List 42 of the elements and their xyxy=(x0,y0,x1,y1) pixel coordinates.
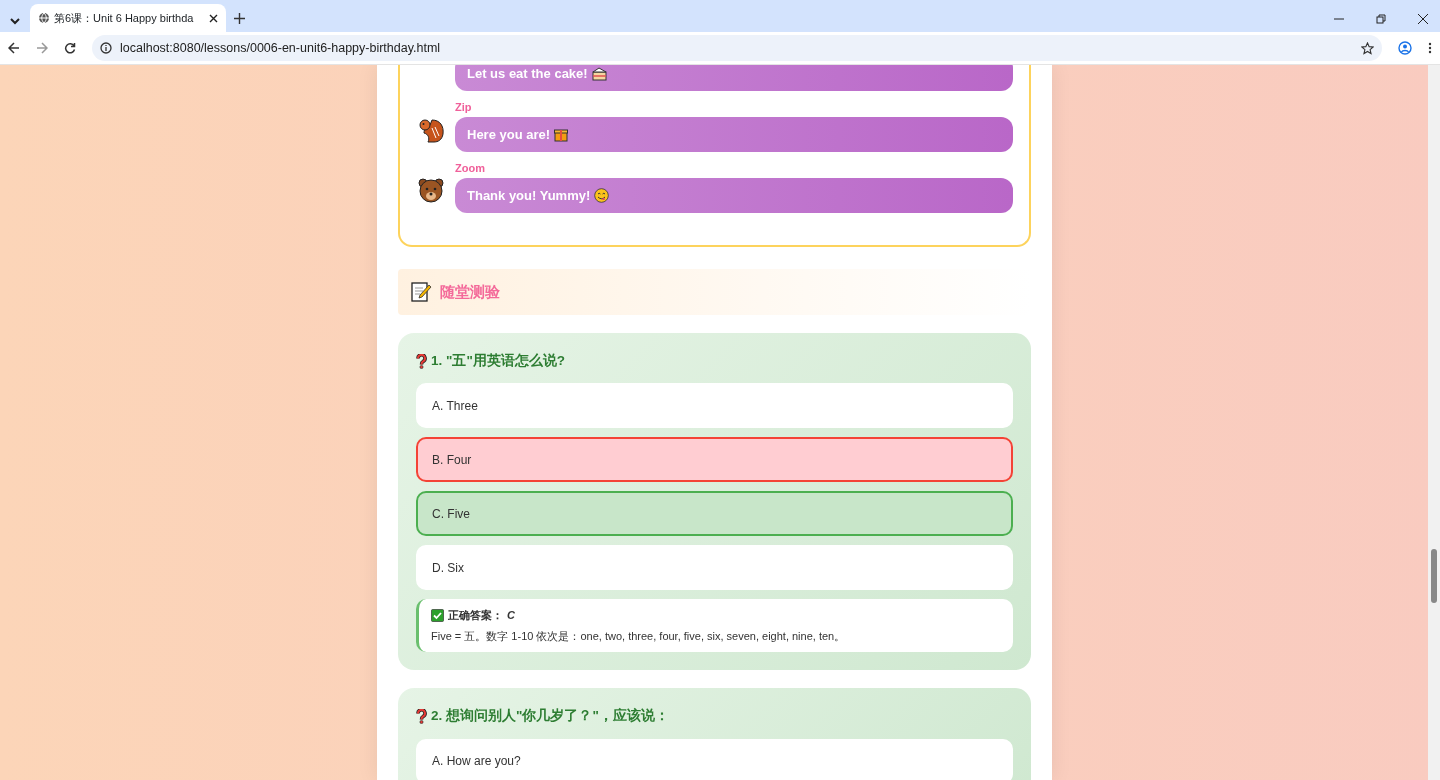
back-icon[interactable] xyxy=(8,42,20,54)
answer-label: 正确答案： xyxy=(448,608,503,624)
close-icon[interactable] xyxy=(1418,14,1428,24)
message-text: Thank you! Yummy! xyxy=(467,186,591,205)
answer-option[interactable]: B. Four xyxy=(416,437,1013,483)
reload-icon[interactable] xyxy=(64,42,76,54)
section-title: 随堂测验 xyxy=(440,281,500,302)
question-text: 1. "五"用英语怎么说? xyxy=(431,352,566,370)
gift-icon xyxy=(554,127,569,142)
address-bar[interactable]: localhost:8080/lessons/0006-en-unit6-happy-birthday.html xyxy=(92,35,1382,61)
info-icon xyxy=(100,42,112,54)
forward-icon[interactable] xyxy=(36,42,48,54)
message-text: Here you are! xyxy=(467,125,551,144)
answer-option[interactable]: A. Three xyxy=(416,383,1013,429)
answer-option[interactable]: A. How are you? xyxy=(416,738,1013,780)
speaker-name: Zip xyxy=(455,100,473,115)
bear-icon xyxy=(417,177,445,205)
scroll-thumb[interactable] xyxy=(1431,549,1437,603)
close-icon[interactable] xyxy=(209,13,218,23)
menu-icon[interactable] xyxy=(1428,42,1432,54)
answer-option[interactable]: D. Six xyxy=(416,545,1013,591)
new-tab-icon[interactable] xyxy=(234,13,245,24)
url-text: localhost:8080/lessons/0006-en-unit6-happy-birthday.html xyxy=(120,39,442,57)
profile-icon[interactable] xyxy=(1398,41,1412,55)
question-text: 2. 想询问别人"你几岁了？"，应该说： xyxy=(431,707,669,726)
smiley-icon xyxy=(594,188,610,203)
speaker-name: Zoom xyxy=(455,161,486,176)
question-mark-icon xyxy=(416,708,427,724)
question-mark-icon xyxy=(416,353,427,369)
answer-value: C xyxy=(507,608,515,624)
browser-tab[interactable]: 第6课：Unit 6 Happy birthda xyxy=(30,4,226,32)
answer-option[interactable]: C. Five xyxy=(416,491,1013,537)
cake-icon xyxy=(591,66,607,81)
answer-explanation: Five = 五。数字 1-10 依次是：one, two, three, four, five, six, seven, eight, nine, ten。 xyxy=(431,628,847,644)
scrollbar[interactable] xyxy=(1428,65,1440,780)
message-text: Let us eat the cake! xyxy=(467,65,588,83)
globe-icon xyxy=(38,12,50,24)
tab-title: 第6课：Unit 6 Happy birthda xyxy=(54,10,195,26)
star-icon[interactable] xyxy=(1361,41,1374,55)
restore-icon[interactable] xyxy=(1376,14,1386,24)
memo-icon xyxy=(410,281,432,303)
check-icon xyxy=(431,609,444,622)
